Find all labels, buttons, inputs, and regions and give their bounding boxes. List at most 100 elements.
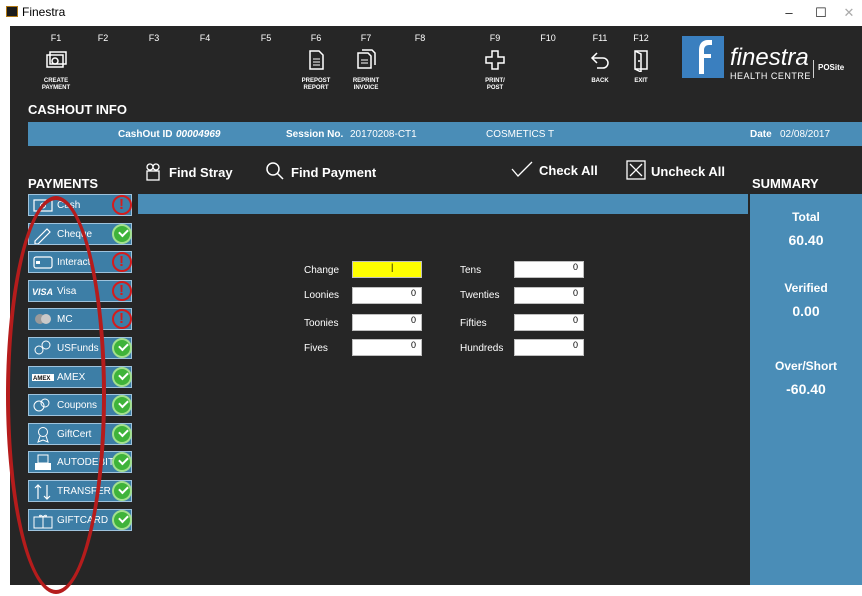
twenties-label: Twenties (460, 290, 500, 301)
f7-reprint-invoice-button[interactable]: F7 REPRINT INVOICE (341, 32, 391, 92)
cash-icon (32, 197, 54, 213)
find-stray-button[interactable]: Find Stray (142, 160, 233, 185)
uncheck-all-button[interactable]: Uncheck All (626, 160, 725, 183)
f3-button[interactable]: F3 (129, 32, 179, 44)
fifties-input[interactable]: 0 (514, 314, 584, 331)
f12-exit-button[interactable]: F12 EXIT (616, 32, 666, 85)
verified-check-icon[interactable] (112, 224, 132, 244)
fifties-label: Fifties (460, 318, 487, 329)
payment-label: GiftCert (57, 429, 92, 440)
find-payment-button[interactable]: Find Payment (264, 160, 376, 185)
summary-heading: SUMMARY (752, 176, 819, 191)
fkey-label: F8 (414, 33, 426, 43)
alert-icon[interactable] (112, 252, 132, 272)
checkmark-icon (510, 160, 539, 181)
find-stray-icon (142, 160, 169, 185)
f5-button[interactable]: F5 (241, 32, 291, 44)
toonies-input[interactable]: 0 (352, 314, 422, 331)
payment-label: Cash (57, 200, 81, 211)
svg-text:VISA: VISA (32, 287, 53, 297)
title-bar: Finestra – ☐ ✕ (0, 0, 862, 26)
hundreds-label: Hundreds (460, 343, 504, 354)
mastercard-icon (32, 311, 54, 327)
twenties-input[interactable]: 0 (514, 287, 584, 304)
f4-button[interactable]: F4 (180, 32, 230, 44)
usfunds-icon (32, 340, 54, 356)
date-value: 02/08/2017 (780, 129, 831, 140)
payment-label: AUTODEBIT (57, 457, 115, 468)
hundreds-input[interactable]: 0 (514, 339, 584, 356)
verified-check-icon[interactable] (112, 452, 132, 472)
window-title: Finestra (22, 5, 66, 19)
fkey-label: F4 (199, 33, 211, 43)
over-short-label: Over/Short (774, 359, 837, 373)
uncheck-all-label: Uncheck All (651, 164, 725, 179)
fkey-label: F1 (50, 33, 62, 43)
verified-check-icon[interactable] (112, 395, 132, 415)
fkey-caption: PREPOST REPORT (301, 78, 331, 91)
action-bar: Find Stray Find Payment Check All Unchec… (10, 160, 862, 186)
verified-check-icon[interactable] (112, 338, 132, 358)
fkey-label: F9 (489, 33, 501, 43)
verified-label: Verified (784, 281, 828, 295)
invoice-icon (341, 48, 391, 76)
change-label: Change (304, 265, 340, 276)
svg-text:AMEX: AMEX (33, 376, 50, 382)
store-name: COSMETICS T (486, 129, 555, 140)
amex-icon: AMEX (32, 369, 54, 385)
uncheck-box-icon (626, 160, 651, 183)
fkey-caption: REPRINT INVOICE (352, 78, 380, 91)
exit-icon (616, 48, 666, 76)
f9-print-post-button[interactable]: F9 PRINT/ POST (470, 32, 520, 92)
f6-prepost-report-button[interactable]: F6 PREPOST REPORT (291, 32, 341, 92)
transfer-icon (32, 483, 54, 500)
logo-divider (813, 60, 814, 78)
fkey-label: F7 (360, 33, 372, 43)
alert-icon[interactable] (112, 195, 132, 215)
posite-logo: POSite (818, 63, 845, 72)
fkey-label: F6 (310, 33, 322, 43)
payment-label: USFunds (57, 343, 99, 354)
finestra-logo-mark (682, 36, 724, 78)
app-window: F1 CREATE PAYMENT F2 F3 F4 F5 F6 PREPOST… (10, 26, 862, 585)
alert-icon[interactable] (112, 309, 132, 329)
f2-button[interactable]: F2 (78, 32, 128, 44)
payment-label: GIFTCARD (57, 515, 109, 526)
tens-input[interactable]: 0 (514, 261, 584, 278)
tens-label: Tens (460, 265, 482, 276)
verified-check-icon[interactable] (112, 424, 132, 444)
change-input[interactable]: | (352, 261, 422, 278)
payments-heading: PAYMENTS (28, 176, 99, 191)
verified-check-icon[interactable] (112, 481, 132, 501)
report-icon (291, 48, 341, 76)
session-value: 20170208-CT1 (350, 129, 417, 140)
cashout-id-value: 00004969 (176, 129, 221, 140)
loonies-input[interactable]: 0 (352, 287, 422, 304)
alert-icon[interactable] (112, 281, 132, 301)
fkey-label: F10 (540, 33, 556, 43)
total-value: 60.40 (788, 232, 824, 248)
f1-create-payment-button[interactable]: F1 CREATE PAYMENT (31, 32, 81, 92)
close-button[interactable]: ✕ (834, 3, 862, 23)
verified-check-icon[interactable] (112, 367, 132, 387)
fkey-label: F3 (148, 33, 160, 43)
f8-button[interactable]: F8 (395, 32, 445, 44)
fives-input[interactable]: 0 (352, 339, 422, 356)
f10-button[interactable]: F10 (523, 32, 573, 44)
check-all-label: Check All (539, 163, 598, 178)
fkey-caption: PRINT/ POST (485, 78, 505, 91)
verified-check-icon[interactable] (112, 510, 132, 530)
loonies-label: Loonies (304, 290, 340, 301)
giftcard-icon (32, 512, 54, 529)
card-icon (32, 254, 54, 270)
payment-label: Interact (57, 257, 91, 268)
over-short-value: -60.40 (786, 381, 826, 397)
search-icon (264, 160, 291, 185)
check-all-button[interactable]: Check All (510, 160, 598, 181)
minimize-button[interactable]: – (774, 3, 804, 23)
fkey-caption: EXIT (634, 78, 648, 84)
find-payment-label: Find Payment (291, 165, 377, 180)
toonies-label: Toonies (304, 318, 339, 329)
maximize-button[interactable]: ☐ (806, 3, 836, 23)
session-label: Session No. (286, 129, 344, 140)
